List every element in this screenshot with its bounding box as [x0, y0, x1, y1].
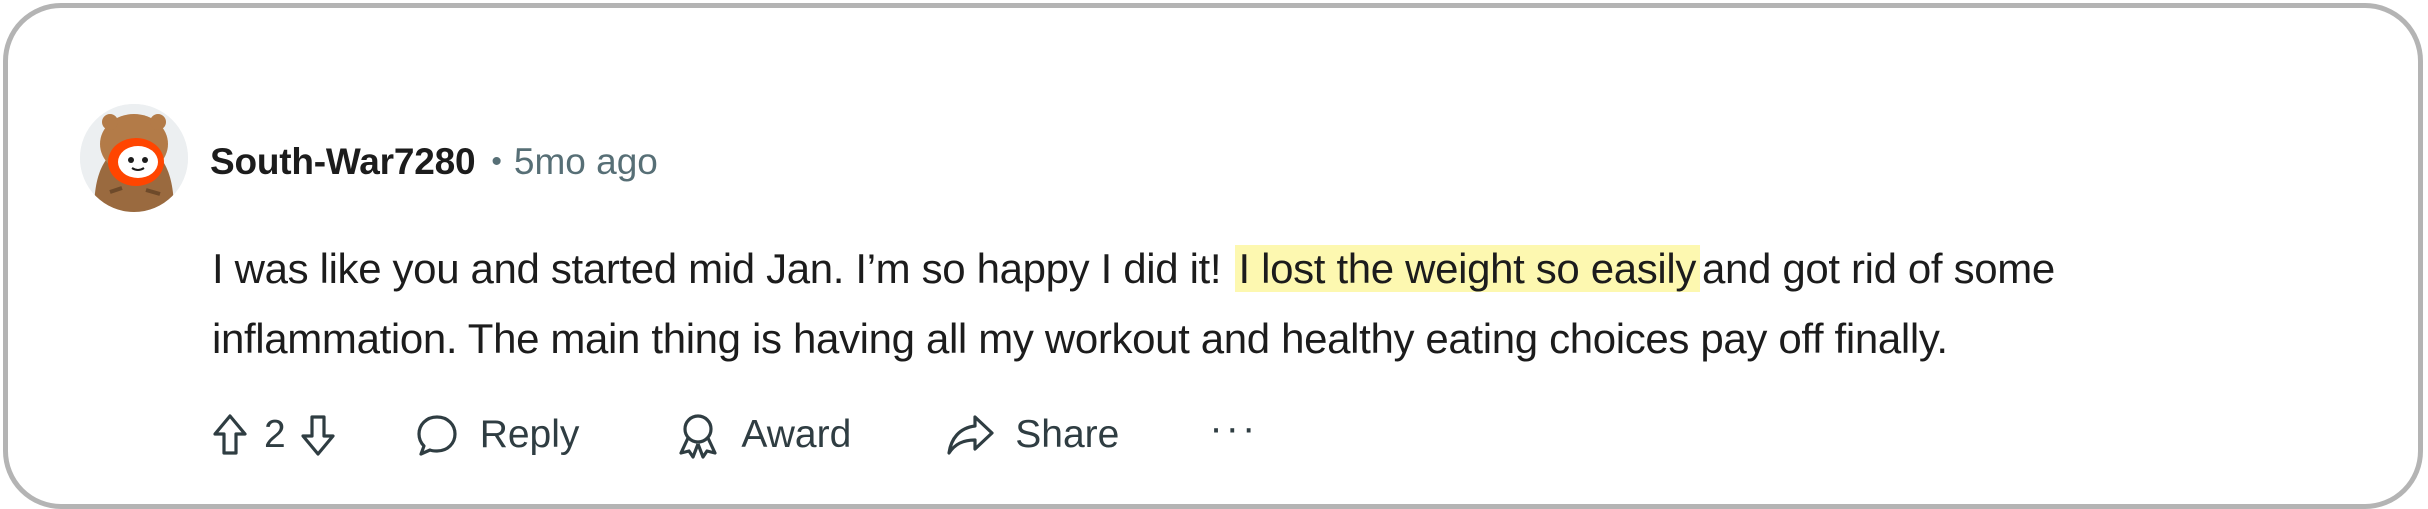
avatar[interactable] [80, 104, 188, 212]
avatar-icon [80, 104, 188, 212]
upvote-button[interactable] [212, 413, 248, 457]
more-options-icon: ··· [1209, 405, 1259, 450]
comment-card: South-War7280 • 5mo ago I was like you a… [3, 3, 2423, 509]
arrow-down-icon [301, 415, 335, 456]
award-button[interactable]: Award [675, 411, 851, 459]
highlighted-text: I lost the weight so easily [1234, 245, 1700, 292]
username[interactable]: South-War7280 [210, 141, 476, 183]
comment-text-before-highlight: I was like you and started mid Jan. I’m … [212, 245, 1222, 292]
comment-header: South-War7280 • 5mo ago [210, 132, 658, 192]
comment-text-after-highlight: and got rid of some [1701, 245, 2055, 292]
vote-group: 2 [212, 413, 336, 457]
reply-button[interactable]: Reply [414, 412, 580, 458]
comment-line-2: inflammation. The main thing is having a… [212, 315, 1948, 362]
meta-separator: • [491, 145, 502, 178]
timestamp[interactable]: 5mo ago [514, 141, 658, 183]
award-label: Award [741, 413, 852, 456]
more-options-button[interactable]: ··· [1209, 406, 1258, 451]
share-label: Share [1015, 413, 1120, 456]
speech-bubble-icon [417, 415, 457, 456]
arrow-up-icon [213, 414, 247, 455]
award-ribbon-icon [679, 414, 718, 459]
share-arrow-icon [947, 415, 994, 455]
comment-body: I was like you and started mid Jan. I’m … [212, 234, 2412, 374]
downvote-button[interactable] [300, 413, 336, 457]
vote-count: 2 [264, 413, 286, 456]
share-button[interactable]: Share [945, 413, 1119, 457]
action-bar: 2 Reply Award Share ··· [212, 400, 1258, 470]
reply-label: Reply [479, 413, 580, 456]
comment-line-1: I was like you and started mid Jan. I’m … [212, 234, 2412, 304]
